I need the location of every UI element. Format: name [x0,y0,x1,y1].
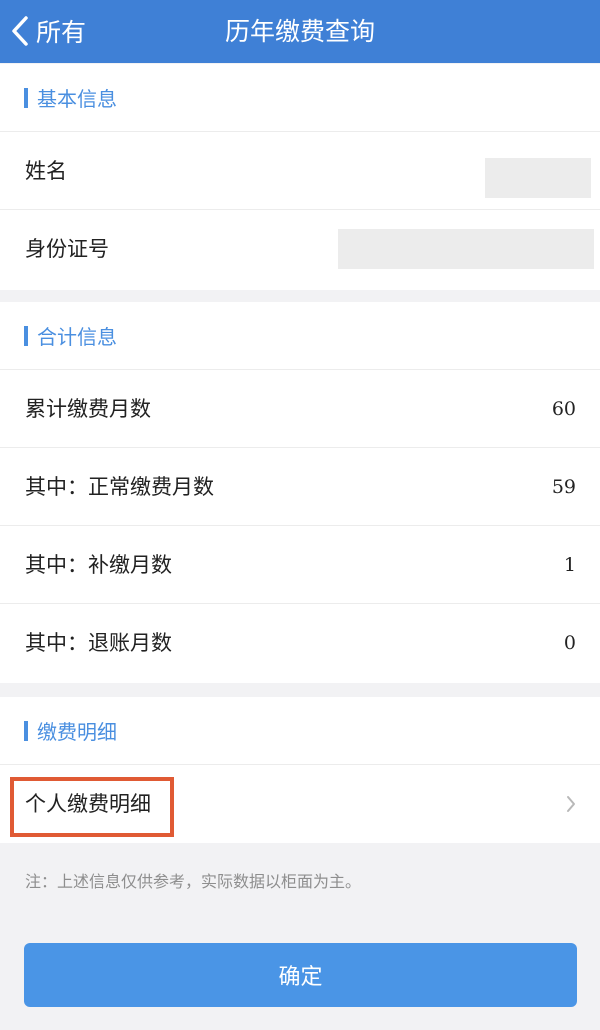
summary-row: 累计缴费月数 60 [0,370,600,448]
total-months-value: 60 [551,398,576,420]
name-label: 姓名 [25,159,67,183]
section-marker [24,720,28,741]
section-title: 合计信息 [37,325,117,349]
disclaimer-note: 注：上述信息仅供参考，实际数据以柜面为主。 [25,872,362,891]
id-value-redacted [338,229,594,269]
name-row: 姓名 [0,132,600,210]
name-value-redacted [485,158,591,198]
refund-months-label: 其中：退账月数 [25,631,172,655]
id-label: 身份证号 [25,237,109,261]
backpay-months-value: 1 [563,554,576,576]
section-header: 合计信息 [0,302,600,370]
id-row: 身份证号 [0,210,600,288]
basic-info-section: 基本信息 姓名 身份证号 [0,64,600,290]
section-marker [24,87,28,108]
summary-row: 其中：补缴月数 1 [0,526,600,604]
section-marker [24,325,28,346]
normal-months-label: 其中：正常缴费月数 [25,475,214,499]
nav-bar: 所有 历年缴费查询 [0,0,600,63]
back-button[interactable]: 所有 [10,10,86,52]
backpay-months-label: 其中：补缴月数 [25,553,172,577]
normal-months-value: 59 [551,476,576,498]
total-months-label: 累计缴费月数 [25,397,151,421]
summary-row: 其中：正常缴费月数 59 [0,448,600,526]
detail-section: 缴费明细 个人缴费明细 [0,697,600,843]
summary-section: 合计信息 累计缴费月数 60 其中：正常缴费月数 59 其中：补缴月数 1 其中… [0,302,600,683]
summary-row: 其中：退账月数 0 [0,604,600,682]
section-header: 基本信息 [0,64,600,132]
chevron-right-icon [566,795,576,817]
personal-detail-row[interactable]: 个人缴费明细 [0,765,600,843]
back-label: 所有 [36,18,87,47]
section-header: 缴费明细 [0,697,600,765]
page-title: 历年缴费查询 [224,17,375,46]
section-title: 基本信息 [37,87,117,111]
section-title: 缴费明细 [37,720,117,744]
chevron-left-icon [10,15,30,47]
refund-months-value: 0 [563,632,576,654]
personal-detail-label: 个人缴费明细 [25,792,151,816]
confirm-button[interactable]: 确定 [24,943,577,1007]
